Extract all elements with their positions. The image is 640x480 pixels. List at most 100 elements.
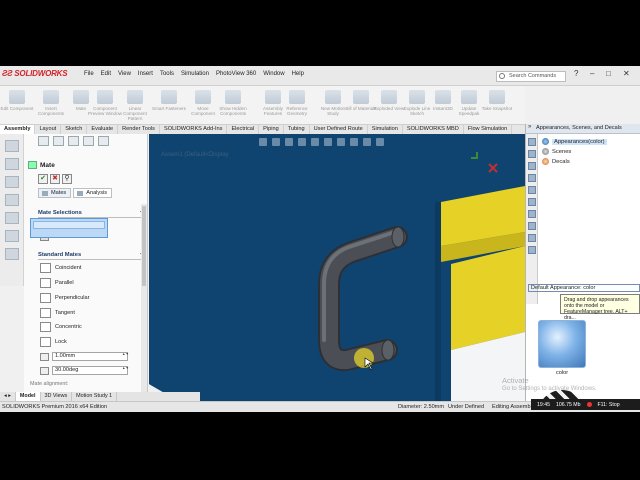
confirm-corner-ok-icon[interactable]	[471, 152, 478, 159]
tab-electrical[interactable]: Electrical	[227, 125, 260, 134]
property-manager-icon[interactable]	[53, 136, 64, 146]
record-hotkey[interactable]: F11: Stop	[598, 402, 620, 408]
mate-parallel[interactable]: Parallel	[40, 278, 74, 288]
bottom-tab-model[interactable]: Model	[15, 392, 41, 401]
mate-coincident[interactable]: Coincident	[40, 263, 81, 273]
file-explorer-icon[interactable]	[528, 162, 536, 170]
view-orientation-icon[interactable]	[311, 138, 319, 146]
previous-view-icon[interactable]	[285, 138, 293, 146]
tab-sketch[interactable]: Sketch	[61, 125, 88, 134]
expand-icon[interactable]: »	[528, 124, 531, 130]
search-commands-input[interactable]: Search Commands	[496, 71, 566, 82]
ribbon-button-show-hidden-components[interactable]: Show Hidden Components	[216, 90, 250, 116]
ribbon-button-edit-component[interactable]: Edit Component	[0, 90, 34, 111]
dimxpert-icon[interactable]	[83, 136, 94, 146]
tab-tubing[interactable]: Tubing	[284, 125, 310, 134]
tab-piping[interactable]: Piping	[259, 125, 284, 134]
ok-button[interactable]: ✔	[38, 174, 48, 184]
tab-scroll-arrows-icon[interactable]: ◂ ▸	[0, 392, 16, 401]
toolbar-icon[interactable]	[5, 158, 19, 170]
menu-tools[interactable]: Tools	[160, 71, 174, 77]
solidworks-logo[interactable]: ƧƧ SOLIDWORKS	[2, 69, 68, 78]
design-library-icon[interactable]	[528, 150, 536, 158]
ribbon-button-move-component[interactable]: Move Component	[186, 90, 220, 116]
default-appearance-field[interactable]: Default Appearance: color	[528, 284, 640, 292]
forum-icon[interactable]	[528, 210, 536, 218]
close-icon[interactable]: ✕	[623, 69, 630, 78]
mate-concentric[interactable]: Concentric	[40, 322, 82, 332]
pm-scrollbar[interactable]	[141, 204, 147, 412]
toolbar-icon[interactable]	[5, 140, 19, 152]
display-style-icon[interactable]	[324, 138, 332, 146]
ribbon-button-smart-fasteners[interactable]: Smart Fasteners	[152, 90, 186, 111]
pushpin-button[interactable]: ⚲	[62, 174, 72, 184]
tab-mates[interactable]: Mates	[38, 188, 72, 198]
tab-assembly[interactable]: Assembly	[0, 125, 36, 134]
ribbon-button-linear-component-pattern[interactable]: Linear Component Pattern	[118, 90, 152, 122]
task-icon[interactable]	[528, 246, 536, 254]
view-settings-icon[interactable]	[376, 138, 384, 146]
plastics-icon[interactable]	[528, 234, 536, 242]
toolbar-icon[interactable]	[5, 194, 19, 206]
assembly-name[interactable]: Assem1 (Default<Display	[161, 152, 229, 158]
scene-icon[interactable]	[363, 138, 371, 146]
mate-lock[interactable]: Lock	[40, 337, 67, 347]
appearances-icon[interactable]	[528, 186, 536, 194]
menu-edit[interactable]: Edit	[101, 71, 111, 77]
mate-perpendicular[interactable]: Perpendicular	[40, 293, 90, 303]
tab-render-tools[interactable]: Render Tools	[118, 125, 160, 134]
tab-layout[interactable]: Layout	[35, 125, 62, 134]
tab-flow-simulation[interactable]: Flow Simulation	[464, 125, 513, 134]
standard-mates-header[interactable]: Standard Mates ⌃	[38, 252, 144, 260]
menu-file[interactable]: File	[84, 71, 94, 77]
display-manager-icon[interactable]	[98, 136, 109, 146]
menu-photoview[interactable]: PhotoView 360	[216, 71, 256, 77]
menu-window[interactable]: Window	[263, 71, 284, 77]
menu-insert[interactable]: Insert	[138, 71, 153, 77]
zoom-fit-icon[interactable]	[259, 138, 267, 146]
zoom-area-icon[interactable]	[272, 138, 280, 146]
tab-solidworks-mbd[interactable]: SOLIDWORKS MBD	[403, 125, 464, 134]
cancel-button[interactable]: ✖	[50, 174, 60, 184]
menu-simulation[interactable]: Simulation	[181, 71, 209, 77]
toolbar-icon[interactable]	[5, 248, 19, 260]
hide-show-icon[interactable]	[337, 138, 345, 146]
minimize-icon[interactable]: –	[590, 69, 594, 78]
mate-tangent[interactable]: Tangent	[40, 308, 75, 318]
ribbon-button-take-snapshot[interactable]: Take Snapshot	[480, 90, 514, 111]
bottom-tab-motion-study-1[interactable]: Motion Study 1	[72, 392, 118, 401]
graphics-area[interactable]: Assem1 (Default<Display	[149, 134, 525, 412]
tab-user-defined-route[interactable]: User Defined Route	[310, 125, 368, 134]
feature-tree-icon[interactable]	[38, 136, 49, 146]
section-view-icon[interactable]	[298, 138, 306, 146]
menu-view[interactable]: View	[118, 71, 131, 77]
confirm-corner-cancel-icon[interactable]	[488, 163, 498, 173]
angle-field[interactable]: 30.00deg	[40, 366, 128, 375]
tab-evaluate[interactable]: Evaluate	[87, 125, 119, 134]
toolbar-icon[interactable]	[5, 212, 19, 224]
mate-selections-header[interactable]: Mate Selections ⌃	[38, 210, 144, 218]
edit-appearance-icon[interactable]	[350, 138, 358, 146]
toolbox-icon[interactable]	[528, 222, 536, 230]
tree-decals[interactable]: Decals	[542, 158, 570, 165]
custom-properties-icon[interactable]	[528, 198, 536, 206]
distance-field[interactable]: 1.00mm	[40, 352, 128, 361]
restore-icon[interactable]: □	[606, 69, 611, 78]
bottom-tab-3d-views[interactable]: 3D Views	[41, 392, 73, 401]
color-swatch[interactable]	[538, 320, 586, 368]
tab-analysis[interactable]: Analysis	[73, 188, 113, 198]
menu-help[interactable]: Help	[292, 71, 304, 77]
solidworks-resources-icon[interactable]	[528, 138, 536, 146]
toolbar-icon[interactable]	[5, 176, 19, 188]
help-icon[interactable]: ?	[574, 69, 578, 78]
mate-selections-box[interactable]	[30, 218, 108, 238]
tree-scenes[interactable]: Scenes	[542, 148, 571, 155]
configuration-icon[interactable]	[68, 136, 79, 146]
ribbon-button-component-preview-window[interactable]: Component Preview Window	[88, 90, 122, 116]
ribbon-button-insert-components[interactable]: Insert Components	[34, 90, 68, 116]
ribbon-button-reference-geometry[interactable]: Reference Geometry	[280, 90, 314, 116]
tab-simulation[interactable]: Simulation	[368, 125, 403, 134]
tree-appearances[interactable]: Appearances(color)	[542, 138, 607, 145]
toolbar-icon[interactable]	[5, 230, 19, 242]
view-palette-icon[interactable]	[528, 174, 536, 182]
